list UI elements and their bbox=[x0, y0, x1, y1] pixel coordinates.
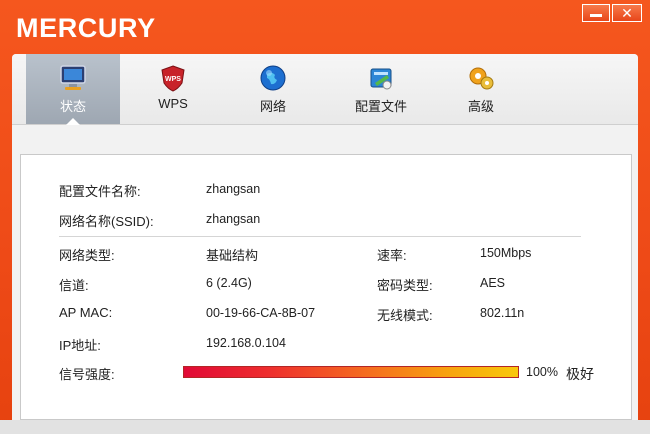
signal-label: 信号强度: bbox=[59, 367, 115, 382]
ip-label: IP地址: bbox=[59, 338, 101, 353]
globe-icon bbox=[258, 63, 288, 93]
bottom-strip bbox=[0, 420, 650, 434]
wireless-mode-label: 无线模式: bbox=[377, 308, 433, 323]
gear-icon bbox=[466, 63, 496, 93]
tab-wps[interactable]: WPS WPS bbox=[126, 54, 220, 124]
ap-mac-label: AP MAC: bbox=[59, 305, 113, 320]
tab-advanced[interactable]: 高级 bbox=[436, 54, 526, 124]
close-button[interactable]: ✕ bbox=[612, 4, 642, 22]
minimize-button[interactable] bbox=[582, 4, 610, 22]
section-divider bbox=[59, 236, 581, 237]
encryption-label: 密码类型: bbox=[377, 278, 433, 293]
wps-shield-icon: WPS bbox=[158, 63, 188, 93]
network-type-label: 网络类型: bbox=[59, 248, 115, 263]
tab-network[interactable]: 网络 bbox=[226, 54, 320, 124]
tab-label: 网络 bbox=[259, 99, 286, 114]
window-controls: ✕ bbox=[582, 4, 642, 22]
ssid-value: zhangsan bbox=[206, 212, 261, 226]
status-panel: 配置文件名称: zhangsan 网络名称(SSID): zhangsan 网络… bbox=[20, 154, 632, 420]
main-panel: 状态 WPS WPS 网络 配置文件 高级 配置文件名称: zhangsan 网… bbox=[12, 54, 638, 434]
brand-logo: MERCURY bbox=[16, 13, 156, 43]
svg-text:WPS: WPS bbox=[165, 76, 181, 83]
network-type-value: 基础结构 bbox=[206, 248, 259, 263]
channel-label: 信道: bbox=[59, 278, 89, 293]
channel-value: 6 (2.4G) bbox=[206, 276, 252, 290]
app-window: MERCURY ✕ 状态 WPS WPS 网络 配置文件 高级 配置文件名称: … bbox=[0, 0, 650, 434]
wireless-mode-value: 802.11n bbox=[480, 306, 525, 320]
tab-status[interactable]: 状态 bbox=[26, 54, 120, 125]
signal-strength-bar bbox=[183, 366, 519, 378]
profile-name-value: zhangsan bbox=[206, 182, 261, 196]
signal-quality: 极好 bbox=[566, 366, 594, 382]
tab-label: 状态 bbox=[59, 99, 86, 114]
tab-bar: 状态 WPS WPS 网络 配置文件 高级 bbox=[12, 54, 638, 125]
close-icon: ✕ bbox=[621, 4, 633, 21]
signal-percent: 100% bbox=[526, 365, 558, 379]
ip-value: 192.168.0.104 bbox=[206, 336, 286, 350]
rate-label: 速率: bbox=[377, 248, 407, 263]
profile-name-label: 配置文件名称: bbox=[59, 184, 141, 199]
tab-label: 配置文件 bbox=[354, 99, 407, 114]
encryption-value: AES bbox=[480, 276, 506, 290]
rate-value: 150Mbps bbox=[480, 246, 532, 260]
ap-mac-value: 00-19-66-CA-8B-07 bbox=[206, 306, 316, 320]
minimize-icon bbox=[590, 14, 602, 17]
profile-icon bbox=[366, 63, 396, 93]
tab-profile[interactable]: 配置文件 bbox=[326, 54, 436, 124]
tab-label: 高级 bbox=[467, 99, 494, 114]
tab-label: WPS bbox=[158, 96, 188, 111]
monitor-icon bbox=[58, 63, 88, 93]
ssid-label: 网络名称(SSID): bbox=[59, 214, 154, 229]
